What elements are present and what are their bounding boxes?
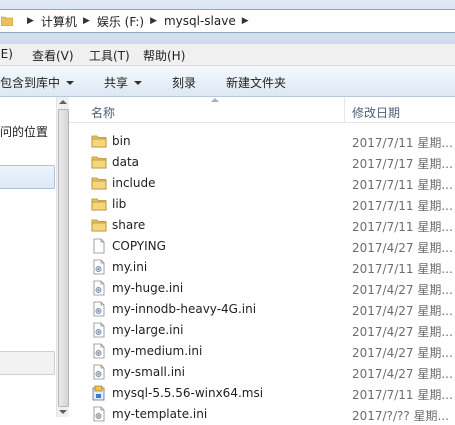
file-name[interactable]: include	[112, 176, 155, 190]
file-row[interactable]: my-small.ini 2017/4/27 星期...	[69, 362, 455, 383]
file-date-modified: 2017/4/27 星期...	[352, 241, 453, 255]
file-name[interactable]: my-innodb-heavy-4G.ini	[112, 302, 256, 316]
column-header-date-modified[interactable]: 修改日期	[352, 104, 400, 121]
file-name[interactable]: bin	[112, 134, 131, 148]
file-date-modified: 2017/7/11 星期...	[352, 262, 453, 276]
file-name[interactable]: my.ini	[112, 260, 147, 274]
msi-installer-icon	[92, 385, 105, 401]
column-header-bar: 名称 修改日期	[69, 97, 455, 123]
chevron-down-icon	[66, 80, 75, 85]
chevron-right-icon[interactable]: ▶	[150, 16, 157, 26]
file-row[interactable]: my-huge.ini 2017/4/27 星期...	[69, 278, 455, 299]
address-bar-area: ▶ 计算机 ▶ 娱乐 (F:) ▶ mysql-slave ▶	[0, 0, 455, 44]
menu-tools[interactable]: 工具(T)	[89, 47, 130, 64]
file-row[interactable]: my-medium.ini 2017/4/27 星期...	[69, 341, 455, 362]
file-name[interactable]: my-medium.ini	[112, 344, 202, 358]
file-row[interactable]: my-innodb-heavy-4G.ini 2017/4/27 星期...	[69, 299, 455, 320]
breadcrumb: ▶ 计算机 ▶ 娱乐 (F:) ▶ mysql-slave ▶	[21, 13, 256, 30]
ini-file-icon	[93, 343, 105, 359]
ini-file-icon	[93, 280, 105, 296]
folder-icon	[91, 156, 107, 169]
file-row[interactable]: my.ini 2017/7/11 星期...	[69, 257, 455, 278]
folder-icon	[91, 177, 107, 190]
ini-file-icon	[93, 322, 105, 338]
file-name[interactable]: my-large.ini	[112, 323, 183, 337]
chevron-right-icon[interactable]: ▶	[27, 16, 34, 26]
scroll-up-icon[interactable]	[59, 100, 67, 104]
file-date-modified: 2017/7/11 星期...	[352, 178, 453, 192]
nav-item-highlighted[interactable]	[0, 351, 55, 375]
column-divider[interactable]	[344, 97, 345, 122]
file-date-modified: 2017/4/27 星期...	[352, 367, 453, 381]
file-name[interactable]: data	[112, 155, 139, 169]
nav-scrollbar[interactable]	[56, 97, 69, 417]
chevron-right-icon[interactable]: ▶	[83, 16, 90, 26]
file-row[interactable]: include 2017/7/11 星期...	[69, 173, 455, 194]
file-date-modified: 2017/7/11 星期...	[352, 136, 453, 150]
file-row[interactable]: bin 2017/7/11 星期...	[69, 131, 455, 152]
nav-item-recent-places[interactable]: 问的位置	[0, 123, 48, 140]
ini-file-icon	[93, 259, 105, 275]
column-header-name[interactable]: 名称	[91, 104, 115, 121]
file-date-modified: 2017/4/27 星期...	[352, 283, 453, 297]
breadcrumb-computer[interactable]: 计算机	[41, 13, 77, 30]
burn-button[interactable]: 刻录	[172, 74, 196, 91]
menu-help[interactable]: 帮助(H)	[143, 47, 185, 64]
command-bar: 包含到库中 共享 刻录 新建文件夹	[0, 66, 455, 97]
share-label: 共享	[104, 76, 129, 90]
file-name[interactable]: share	[112, 218, 145, 232]
file-date-modified: 2017/7/11 星期...	[352, 199, 453, 213]
nav-scrollbar-thumb[interactable]	[58, 109, 69, 407]
file-row[interactable]: lib 2017/7/11 星期...	[69, 194, 455, 215]
ini-file-icon	[93, 406, 105, 422]
file-name[interactable]: lib	[112, 197, 126, 211]
file-date-modified: 2017/4/27 星期...	[352, 325, 453, 339]
file-row[interactable]: data 2017/7/17 星期...	[69, 152, 455, 173]
file-date-modified: 2017/?/?? 星期...	[352, 409, 449, 423]
file-name[interactable]: mysql-5.5.56-winx64.msi	[112, 386, 263, 400]
include-in-library-label: 包含到库中	[0, 76, 61, 90]
new-folder-button[interactable]: 新建文件夹	[226, 74, 286, 91]
file-row[interactable]: mysql-5.5.56-winx64.msi 2017/7/11 星期...	[69, 383, 455, 404]
file-name[interactable]: COPYING	[112, 239, 166, 253]
navigation-pane: 问的位置	[0, 97, 69, 417]
file-name[interactable]: my-template.ini	[112, 407, 207, 421]
file-date-modified: 2017/7/11 星期...	[352, 220, 453, 234]
folder-icon	[1, 16, 13, 26]
sort-ascending-icon	[211, 98, 219, 102]
chevron-down-icon	[134, 80, 143, 85]
menu-edit[interactable]: (E)	[0, 47, 13, 61]
file-list: bin 2017/7/11 星期... data 2017/7/17 星期... inc…	[69, 131, 455, 423]
folder-icon	[91, 198, 107, 211]
ini-file-icon	[93, 301, 105, 317]
folder-icon	[91, 219, 107, 232]
file-row[interactable]: COPYING 2017/4/27 星期...	[69, 236, 455, 257]
file-date-modified: 2017/7/11 星期...	[352, 388, 453, 402]
file-name[interactable]: my-small.ini	[112, 365, 185, 379]
include-in-library-button[interactable]: 包含到库中	[0, 74, 75, 91]
folder-icon	[91, 135, 107, 148]
menu-view[interactable]: 查看(V)	[32, 47, 74, 64]
nav-item-selected[interactable]	[0, 165, 55, 189]
file-row[interactable]: share 2017/7/11 星期...	[69, 215, 455, 236]
breadcrumb-drive[interactable]: 娱乐 (F:)	[97, 13, 144, 30]
share-button[interactable]: 共享	[104, 74, 143, 91]
file-date-modified: 2017/4/27 星期...	[352, 304, 453, 318]
breadcrumb-folder[interactable]: mysql-slave	[164, 14, 236, 28]
address-bar[interactable]: ▶ 计算机 ▶ 娱乐 (F:) ▶ mysql-slave ▶	[0, 9, 455, 33]
file-row[interactable]: my-template.ini 2017/?/?? 星期...	[69, 404, 455, 425]
menu-bar: (E) 查看(V) 工具(T) 帮助(H)	[0, 44, 455, 66]
chevron-right-icon[interactable]: ▶	[242, 16, 249, 26]
file-icon	[93, 238, 105, 254]
file-date-modified: 2017/7/17 星期...	[352, 157, 453, 171]
ini-file-icon	[93, 364, 105, 380]
scroll-down-icon[interactable]	[59, 410, 67, 414]
file-name[interactable]: my-huge.ini	[112, 281, 183, 295]
file-row[interactable]: my-large.ini 2017/4/27 星期...	[69, 320, 455, 341]
file-date-modified: 2017/4/27 星期...	[352, 346, 453, 360]
